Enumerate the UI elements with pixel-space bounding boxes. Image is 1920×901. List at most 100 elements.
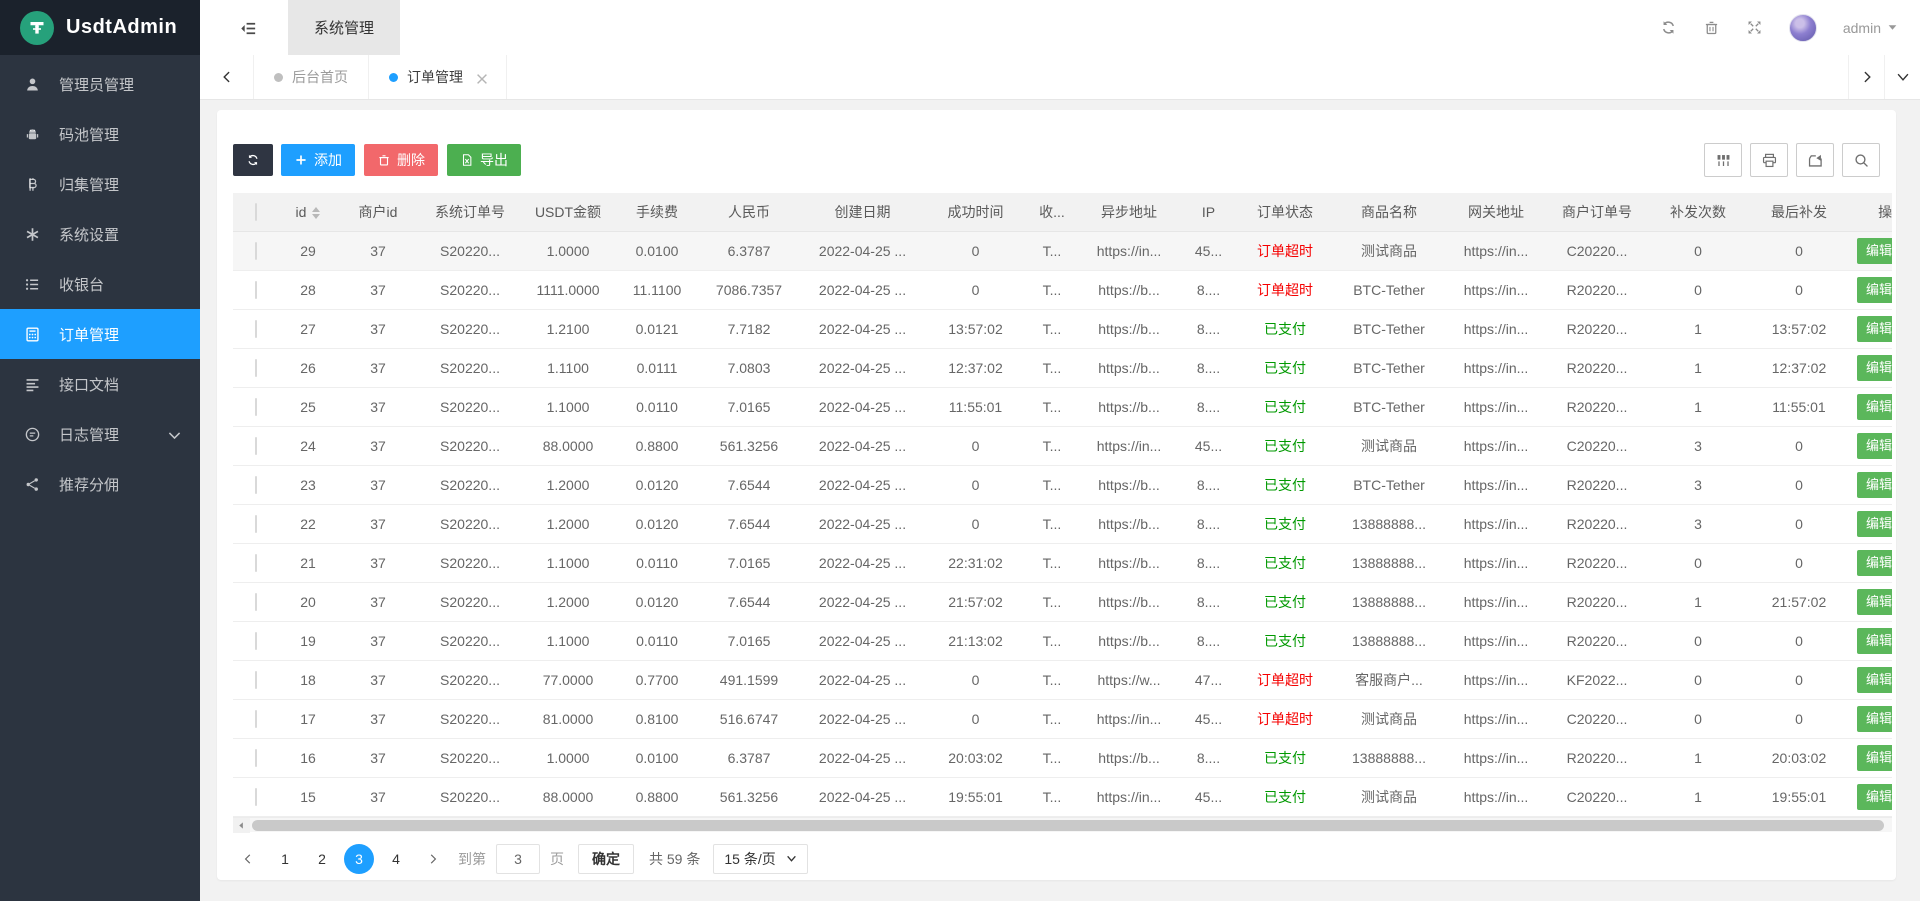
row-checkbox[interactable] — [254, 475, 257, 494]
cell-cny: 6.3787 — [700, 738, 798, 778]
edit-button[interactable]: 编辑 — [1857, 744, 1892, 771]
column-header-label: 异步地址 — [1101, 203, 1157, 220]
row-checkbox[interactable] — [254, 553, 257, 572]
row-checkbox[interactable] — [254, 436, 257, 455]
row-checkbox[interactable] — [254, 631, 257, 650]
sidebar-item-4[interactable]: 收银台 — [0, 259, 200, 309]
edit-button[interactable]: 编辑 — [1857, 354, 1892, 381]
add-button[interactable]: 添加 — [281, 144, 355, 176]
close-icon[interactable] — [474, 71, 487, 84]
next-page-icon[interactable] — [418, 844, 448, 874]
edit-button[interactable]: 编辑 — [1857, 510, 1892, 537]
trash-icon[interactable] — [1703, 19, 1720, 36]
scroll-left-arrow-icon[interactable] — [233, 817, 250, 833]
cell-usdt: 1.1000 — [522, 387, 614, 427]
cell-usdt: 1.2100 — [522, 309, 614, 349]
sidebar-item-5[interactable]: 订单管理 — [0, 309, 200, 359]
sidebar-item-2[interactable]: 归集管理 — [0, 159, 200, 209]
per-page-select[interactable]: 15 条/页 — [713, 843, 808, 874]
edit-button[interactable]: 编辑 — [1857, 393, 1892, 420]
edit-button[interactable]: 编辑 — [1857, 432, 1892, 459]
prev-page-icon[interactable] — [233, 844, 263, 874]
row-checkbox[interactable] — [254, 592, 257, 611]
row-checkbox[interactable] — [254, 787, 257, 806]
goto-page-input[interactable] — [496, 843, 540, 874]
tab-0[interactable]: 后台首页 — [254, 55, 369, 99]
sidebar-item-label: 管理员管理 — [59, 76, 135, 94]
avatar[interactable] — [1788, 13, 1817, 42]
export-file-icon-button[interactable] — [1796, 143, 1834, 177]
page-number-1[interactable]: 1 — [270, 844, 300, 874]
refresh-button[interactable] — [233, 144, 273, 176]
page-number-3[interactable]: 3 — [344, 843, 374, 874]
columns-icon-button[interactable] — [1704, 143, 1742, 177]
row-checkbox[interactable] — [254, 280, 257, 299]
top-menu-tab-system[interactable]: 系统管理 — [288, 0, 401, 55]
cell-status: 已支付 — [1239, 465, 1331, 505]
plus-icon — [296, 155, 306, 165]
row-checkbox[interactable] — [254, 748, 257, 767]
row-checkbox[interactable] — [254, 709, 257, 728]
edit-button[interactable]: 编辑 — [1857, 471, 1892, 498]
edit-button[interactable]: 编辑 — [1857, 276, 1892, 303]
select-all-checkbox[interactable] — [254, 202, 257, 221]
row-checkbox[interactable] — [254, 358, 257, 377]
sidebar-item-7[interactable]: 日志管理 — [0, 409, 200, 459]
row-checkbox-cell — [233, 504, 278, 544]
cell-order: S20220... — [418, 777, 522, 817]
print-icon-button[interactable] — [1750, 143, 1788, 177]
edit-button[interactable]: 编辑 — [1857, 549, 1892, 576]
column-header-label: 商户id — [358, 203, 398, 220]
cell-ip: 8.... — [1178, 504, 1239, 544]
tabs-scroll-right-icon[interactable] — [1848, 55, 1884, 99]
sidebar-item-0[interactable]: 管理员管理 — [0, 59, 200, 109]
page-number-4[interactable]: 4 — [381, 844, 411, 874]
page-number-2[interactable]: 2 — [307, 844, 337, 874]
export-button[interactable]: 导出 — [447, 144, 521, 176]
column-header-0[interactable]: id — [278, 193, 338, 232]
edit-button[interactable]: 编辑 — [1857, 627, 1892, 654]
user-menu[interactable]: admin — [1843, 20, 1898, 36]
cell-gateway: https://in... — [1447, 777, 1545, 817]
refresh-icon[interactable] — [1660, 19, 1677, 36]
cell-resend: 1 — [1649, 387, 1747, 427]
edit-button[interactable]: 编辑 — [1857, 666, 1892, 693]
row-checkbox[interactable] — [254, 670, 257, 689]
edit-button[interactable]: 编辑 — [1857, 783, 1892, 810]
sidebar-item-6[interactable]: 接口文档 — [0, 359, 200, 409]
row-checkbox[interactable] — [254, 241, 257, 260]
cell-ip: 8.... — [1178, 582, 1239, 622]
sidebar-item-label: 归集管理 — [59, 176, 120, 194]
edit-button[interactable]: 编辑 — [1857, 705, 1892, 732]
horizontal-scrollbar[interactable] — [233, 816, 1892, 833]
row-checkbox[interactable] — [254, 319, 257, 338]
tabbar: 后台首页 订单管理 — [200, 55, 1920, 100]
tab-1[interactable]: 订单管理 — [369, 55, 507, 99]
sidebar-item-8[interactable]: 推荐分佣 — [0, 459, 200, 509]
total-count: 共 59 条 — [649, 850, 701, 867]
list-icon — [24, 276, 41, 293]
chevron-down-icon — [1888, 25, 1897, 30]
search-icon-button[interactable] — [1842, 143, 1880, 177]
cell-mid: 37 — [338, 348, 418, 388]
sidebar-item-1[interactable]: 码池管理 — [0, 109, 200, 159]
edit-button[interactable]: 编辑 — [1857, 315, 1892, 342]
tabs-scroll-left-icon[interactable] — [200, 55, 254, 99]
table-row: 17 37 S20220... 81.0000 0.8100 516.6747 2022-0… — [233, 699, 1892, 739]
cell-usdt: 1.1000 — [522, 621, 614, 661]
header-checkbox-cell — [233, 193, 278, 232]
collapse-menu-icon[interactable] — [234, 14, 262, 42]
cell-notify: https://b... — [1080, 309, 1178, 349]
tabs-menu-icon[interactable] — [1884, 55, 1920, 99]
sidebar-item-3[interactable]: 系统设置 — [0, 209, 200, 259]
scrollbar-thumb[interactable] — [252, 819, 1884, 831]
cell-usdt: 1.0000 — [522, 738, 614, 778]
confirm-button[interactable]: 确定 — [578, 843, 634, 874]
edit-button[interactable]: 编辑 — [1857, 237, 1892, 264]
row-checkbox[interactable] — [254, 514, 257, 533]
fullscreen-icon[interactable] — [1746, 19, 1763, 36]
row-checkbox[interactable] — [254, 397, 257, 416]
edit-button[interactable]: 编辑 — [1857, 588, 1892, 615]
sort-icon[interactable] — [312, 207, 321, 220]
delete-button[interactable]: 删除 — [364, 144, 438, 176]
